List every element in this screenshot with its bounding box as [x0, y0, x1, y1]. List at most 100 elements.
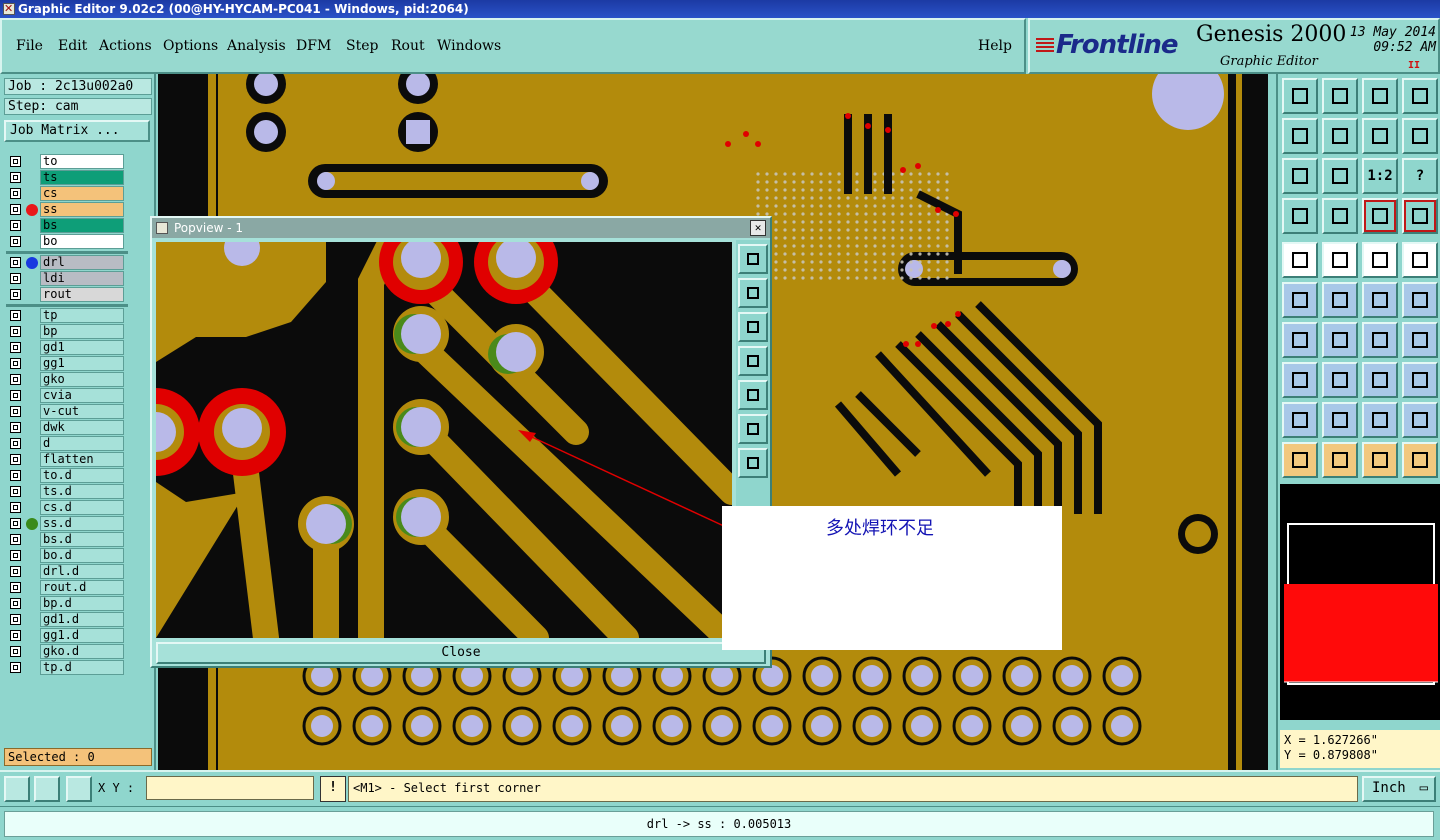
layer-checkbox[interactable]: [10, 502, 21, 513]
layer-name[interactable]: ts: [40, 170, 124, 185]
layer-checkbox[interactable]: [10, 646, 21, 657]
layer-row-flatten[interactable]: flatten: [6, 452, 128, 468]
route-icon[interactable]: [1402, 442, 1438, 478]
layer-name[interactable]: gg1.d: [40, 628, 124, 643]
layer-name[interactable]: drl.d: [40, 564, 124, 579]
xy-input[interactable]: [146, 776, 314, 800]
layer-checkbox[interactable]: [10, 257, 21, 268]
menu-actions[interactable]: Actions: [99, 38, 152, 54]
layer-checkbox[interactable]: [10, 454, 21, 465]
layer-name[interactable]: tp.d: [40, 660, 124, 675]
warning-button[interactable]: !: [320, 776, 346, 802]
layer-row-dwk[interactable]: dwk: [6, 420, 128, 436]
line-icon[interactable]: [1282, 322, 1318, 358]
grid-snap-icon[interactable]: [66, 776, 92, 802]
ruler-icon[interactable]: [1362, 242, 1398, 278]
layer-row-ss[interactable]: ss: [6, 202, 128, 218]
ff-icon[interactable]: [1402, 322, 1438, 358]
layer-row-gg1.d[interactable]: gg1.d: [6, 628, 128, 644]
layer-checkbox[interactable]: [10, 188, 21, 199]
swap-icon[interactable]: [1362, 118, 1398, 154]
diag-icon[interactable]: [1322, 322, 1358, 358]
menu-rout[interactable]: Rout: [391, 38, 425, 54]
layer-name[interactable]: bp: [40, 324, 124, 339]
layer-name[interactable]: bp.d: [40, 596, 124, 611]
layer-row-gko[interactable]: gko: [6, 372, 128, 388]
layer-name[interactable]: gko.d: [40, 644, 124, 659]
layer-row-cvia[interactable]: cvia: [6, 388, 128, 404]
menu-step[interactable]: Step: [346, 38, 378, 54]
a-icon[interactable]: [1362, 402, 1398, 438]
layer-checkbox[interactable]: [10, 518, 21, 529]
grid-icon[interactable]: [1322, 198, 1358, 234]
layer-checkbox[interactable]: [10, 470, 21, 481]
layer-checkbox[interactable]: [10, 310, 21, 321]
layer-row-gg1[interactable]: gg1: [6, 356, 128, 372]
s-curve-icon[interactable]: [1402, 118, 1438, 154]
pv-zoom-icon[interactable]: [738, 448, 768, 478]
layer-row-gko.d[interactable]: gko.d: [6, 644, 128, 660]
layer-name[interactable]: ts.d: [40, 484, 124, 499]
layer-name[interactable]: v-cut: [40, 404, 124, 419]
overview-map[interactable]: [1280, 484, 1440, 720]
layer-row-bs[interactable]: bs: [6, 218, 128, 234]
layer-name[interactable]: dwk: [40, 420, 124, 435]
help-icon[interactable]: ?: [1402, 158, 1438, 194]
layer-row-to[interactable]: to: [6, 154, 128, 170]
layer-checkbox[interactable]: [10, 550, 21, 561]
menu-help[interactable]: Help: [978, 38, 1012, 54]
zoom-icon[interactable]: [1322, 158, 1358, 194]
layer-checkbox[interactable]: [10, 358, 21, 369]
layer-checkbox[interactable]: [10, 422, 21, 433]
layer-name[interactable]: gd1.d: [40, 612, 124, 627]
layer-checkbox[interactable]: [10, 486, 21, 497]
layer-checkbox[interactable]: [10, 273, 21, 284]
scale-12-icon[interactable]: 1:2: [1362, 158, 1398, 194]
layer-name[interactable]: tp: [40, 308, 124, 323]
split-icon[interactable]: [1322, 362, 1358, 398]
layer-row-ts[interactable]: ts: [6, 170, 128, 186]
house-icon[interactable]: [1362, 78, 1398, 114]
layers-alt-icon[interactable]: [1402, 198, 1438, 234]
layer-name[interactable]: ss: [40, 202, 124, 217]
layer-name[interactable]: rout.d: [40, 580, 124, 595]
layer-checkbox[interactable]: [10, 289, 21, 300]
home-icon[interactable]: [1282, 78, 1318, 114]
tools-icon[interactable]: [1282, 198, 1318, 234]
layer-checkbox[interactable]: [10, 374, 21, 385]
pv-up-icon[interactable]: [738, 278, 768, 308]
layer-row-bp.d[interactable]: bp.d: [6, 596, 128, 612]
layer-checkbox[interactable]: [10, 614, 21, 625]
layer-checkbox[interactable]: [10, 630, 21, 641]
menu-options[interactable]: Options: [163, 38, 218, 54]
layer-name[interactable]: cvia: [40, 388, 124, 403]
pv-left-icon[interactable]: [738, 346, 768, 376]
popview-close-button[interactable]: Close: [156, 642, 766, 664]
menu-edit[interactable]: Edit: [58, 38, 87, 54]
layer-row-ts.d[interactable]: ts.d: [6, 484, 128, 500]
pv-open-icon[interactable]: [738, 244, 768, 274]
fit-icon[interactable]: [1282, 158, 1318, 194]
layer-row-drl[interactable]: drl: [6, 255, 128, 271]
pv-down-icon[interactable]: [738, 312, 768, 342]
cluster-icon[interactable]: [1402, 362, 1438, 398]
layer-name[interactable]: to: [40, 154, 124, 169]
layer-row-cs[interactable]: cs: [6, 186, 128, 202]
layer-checkbox[interactable]: [10, 582, 21, 593]
layer-name[interactable]: bs.d: [40, 532, 124, 547]
layer-checkbox[interactable]: [10, 220, 21, 231]
layer-name[interactable]: cs.d: [40, 500, 124, 515]
snap-corner-icon[interactable]: [4, 776, 30, 802]
layer-row-ss.d[interactable]: ss.d: [6, 516, 128, 532]
job-matrix-button[interactable]: Job Matrix ...: [4, 120, 150, 142]
layer-name[interactable]: gg1: [40, 356, 124, 371]
pan-right-icon[interactable]: [1322, 118, 1358, 154]
layer-name[interactable]: flatten: [40, 452, 124, 467]
layer-row-tp.d[interactable]: tp.d: [6, 660, 128, 676]
layer-row-drl.d[interactable]: drl.d: [6, 564, 128, 580]
layer-name[interactable]: drl: [40, 255, 124, 270]
box-measure-icon[interactable]: [1362, 362, 1398, 398]
pointer-box-icon[interactable]: [1322, 442, 1358, 478]
layer-row-gd1.d[interactable]: gd1.d: [6, 612, 128, 628]
pointer-select-icon[interactable]: [1362, 442, 1398, 478]
